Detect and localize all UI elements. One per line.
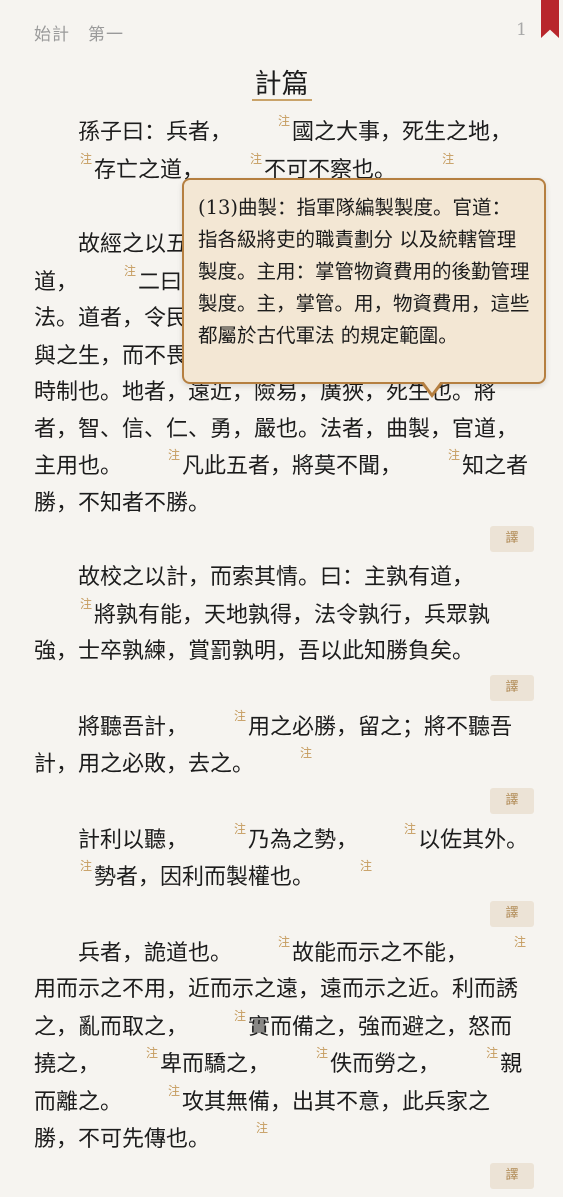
text-segment: 將孰有能，天地孰得，法令孰行，兵眾孰強，士卒孰練，賞罰孰明，吾以此知勝負矣。 xyxy=(34,602,491,665)
page-title: 計篇 xyxy=(254,69,309,100)
annotation-marker-icon[interactable]: 注 xyxy=(123,1084,181,1098)
annotation-marker-icon[interactable]: 注 xyxy=(271,1046,329,1060)
annotation-marker-icon[interactable]: 注 xyxy=(359,822,417,836)
translate-button[interactable]: 譯 xyxy=(490,674,534,701)
annotation-marker-icon[interactable]: 注 xyxy=(255,746,313,760)
text-segment: 故能而示之不能， xyxy=(292,940,469,966)
text-segment: 乃為之勢， xyxy=(248,827,359,853)
annotation-marker-icon[interactable]: 注 xyxy=(35,859,93,873)
paragraph: 將聽吾計， 注用之必勝，留之；將不聽吾計，用之必敗，去之。注譯 xyxy=(34,709,534,820)
reader-header: 始計 第一 1 xyxy=(0,0,563,60)
text-segment: 國之大事，死生之地， xyxy=(292,120,513,145)
paragraph-text: 故校之以計，而索其情。曰：主孰有道， 注將孰有能，天地孰得，法令孰行，兵眾孰強，士… xyxy=(34,560,534,671)
text-segment: 道， xyxy=(34,269,79,295)
page-number: 1 xyxy=(516,20,527,40)
annotation-marker-icon[interactable]: 注 xyxy=(79,264,137,278)
paragraph: 故校之以計，而索其情。曰：主孰有道， 注將孰有能，天地孰得，法令孰行，兵眾孰強，士… xyxy=(34,560,534,707)
paragraph-text: 將聽吾計， 注用之必勝，留之；將不聽吾計，用之必敗，去之。注 xyxy=(34,709,534,784)
annotation-marker-icon[interactable]: 注 xyxy=(123,448,181,462)
text-segment: 孫子曰：兵者， xyxy=(78,120,233,145)
annotation-marker-icon[interactable]: 注 xyxy=(441,1046,499,1060)
translate-button[interactable]: 譯 xyxy=(490,526,534,552)
paragraph: 計利以聽， 注乃為之勢， 注以佐其外。注勢者，因利而製權也。注譯 xyxy=(34,822,534,933)
text-segment: 計利以聽， xyxy=(78,827,189,853)
annotation-marker-icon[interactable]: 注 xyxy=(189,822,247,836)
text-segment: 卑而驕之， xyxy=(160,1052,271,1077)
annotation-marker-icon[interactable]: 注 xyxy=(315,859,373,873)
text-segment: 凡此五者，將莫不聞， xyxy=(182,454,403,479)
annotation-marker-icon[interactable]: 注 xyxy=(403,448,461,462)
translate-button[interactable]: 譯 xyxy=(490,900,534,927)
annotation-marker-icon[interactable]: 注 xyxy=(233,114,291,128)
text-segment: 佚而勞之， xyxy=(330,1052,441,1077)
text-segment: 兵者，詭道也。 xyxy=(78,940,233,966)
translate-button[interactable]: 譯 xyxy=(490,1162,534,1189)
annotation-text: (13)曲製：指軍隊編製製度。官道：指各級將吏的職責劃分 以及統轄管理製度。主用… xyxy=(198,196,530,347)
annotation-popup[interactable]: (13)曲製：指軍隊編製製度。官道：指各級將吏的職責劃分 以及統轄管理製度。主用… xyxy=(182,178,546,384)
annotation-marker-icon[interactable]: 注 xyxy=(397,152,455,166)
title-underline xyxy=(252,99,312,101)
translate-button[interactable]: 譯 xyxy=(490,787,534,814)
bookmark-ribbon-icon[interactable] xyxy=(541,0,559,38)
paragraph: 兵者，詭道也。 注故能而示之不能， 注用而示之不用，近而示之遠，遠而示之近。利而誘之… xyxy=(34,935,534,1195)
annotation-marker-icon[interactable]: 注 xyxy=(469,935,527,949)
annotation-marker-icon[interactable]: 注 xyxy=(35,597,93,611)
chapter-title: 始計 第一 xyxy=(34,25,124,45)
text-segment: 故校之以計，而索其情。曰：主孰有道， xyxy=(78,565,475,590)
annotation-marker-icon[interactable]: 注 xyxy=(101,1046,159,1060)
paragraph-text: 計利以聽， 注乃為之勢， 注以佐其外。注勢者，因利而製權也。注 xyxy=(34,822,534,897)
annotation-marker-icon[interactable]: 注 xyxy=(205,152,263,166)
popup-pointer-fill xyxy=(423,381,441,393)
text-segment: 以佐其外。 xyxy=(418,827,529,853)
annotation-marker-icon[interactable]: 注 xyxy=(211,1121,269,1135)
text-segment: 將聽吾計， xyxy=(78,714,189,740)
annotation-marker-icon[interactable]: 注 xyxy=(35,152,93,166)
paragraph-text: 兵者，詭道也。 注故能而示之不能， 注用而示之不用，近而示之遠，遠而示之近。利而誘之… xyxy=(34,935,534,1159)
text-segment: 勢者，因利而製權也。 xyxy=(94,865,315,890)
annotation-marker-icon[interactable]: 注 xyxy=(189,709,247,723)
annotation-marker-icon[interactable]: 注 xyxy=(189,1009,247,1023)
annotation-marker-icon[interactable]: 注 xyxy=(233,935,291,949)
